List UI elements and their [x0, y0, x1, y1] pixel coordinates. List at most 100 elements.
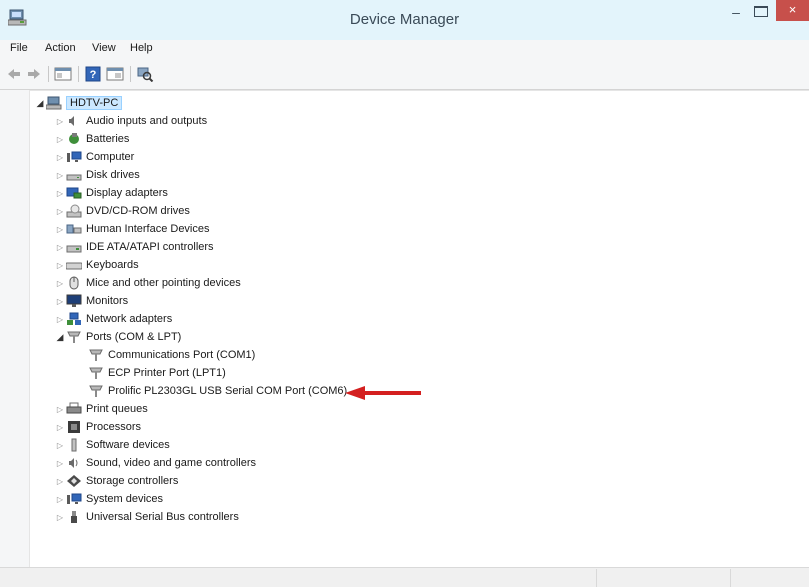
sound-controller-icon	[69, 458, 78, 468]
tree-device-com1[interactable]: Communications Port (COM1)	[88, 347, 255, 363]
tree-category-software-devices[interactable]: ▷ Software devices	[54, 437, 170, 453]
tree-item-label: ECP Printer Port (LPT1)	[108, 367, 226, 379]
toolbar-separator	[48, 66, 49, 82]
tree-item-label: Sound, video and game controllers	[86, 457, 256, 469]
show-hide-console-tree-icon[interactable]	[54, 66, 72, 82]
system-devices-icon	[67, 493, 82, 504]
device-manager-window: Device Manager – × File Action View Help…	[0, 0, 809, 587]
monitor-icon	[66, 294, 82, 307]
expand-arrow-icon[interactable]: ▷	[54, 189, 66, 198]
menu-file[interactable]: File	[10, 42, 28, 54]
toolbar-separator	[78, 66, 79, 82]
tree-root-node[interactable]: ◢ HDTV-PC	[34, 95, 123, 111]
tree-item-label: IDE ATA/ATAPI controllers	[86, 241, 214, 253]
keyboard-icon	[66, 262, 82, 270]
tree-item-label: Display adapters	[86, 187, 168, 199]
expand-arrow-icon[interactable]: ▷	[54, 441, 66, 450]
tree-item-label: Universal Serial Bus controllers	[86, 511, 239, 523]
status-bar-divider	[596, 569, 597, 587]
tree-category-mice[interactable]: ▷ Mice and other pointing devices	[54, 275, 241, 291]
expand-arrow-icon[interactable]: ▷	[54, 495, 66, 504]
menu-help[interactable]: Help	[130, 42, 153, 54]
tree-item-label: Batteries	[86, 133, 130, 145]
port-icon	[89, 385, 103, 397]
tree-item-label: Prolific PL2303GL USB Serial COM Port (C…	[108, 385, 348, 397]
expand-arrow-icon[interactable]: ▷	[54, 423, 66, 432]
collapse-arrow-icon[interactable]: ◢	[54, 332, 66, 343]
storage-controller-icon	[67, 475, 81, 487]
status-bar-divider	[730, 569, 731, 587]
tree-category-ports[interactable]: ◢ Ports (COM & LPT)	[54, 329, 181, 345]
expand-arrow-icon[interactable]: ▷	[54, 243, 66, 252]
port-icon	[89, 349, 103, 361]
tree-item-label: Communications Port (COM1)	[108, 349, 256, 361]
expand-arrow-icon[interactable]: ▷	[54, 207, 66, 216]
svg-text:?: ?	[90, 69, 97, 81]
battery-icon	[69, 133, 79, 144]
software-device-icon	[71, 438, 77, 452]
expand-arrow-icon[interactable]: ▷	[54, 135, 66, 144]
tree-category-system-devices[interactable]: ▷ System devices	[54, 491, 163, 507]
tree-category-disk-drives[interactable]: ▷ Disk drives	[54, 167, 140, 183]
tree-category-computer[interactable]: ▷ Computer	[54, 149, 134, 165]
tree-item-label: Processors	[86, 421, 142, 433]
expand-arrow-icon[interactable]: ▷	[54, 297, 66, 306]
speaker-icon	[69, 116, 74, 126]
tree-category-display-adapters[interactable]: ▷ Display adapters	[54, 185, 168, 201]
disk-drive-icon	[66, 174, 82, 181]
expand-arrow-icon[interactable]: ▷	[54, 405, 66, 414]
menu-bar: File Action View Help	[0, 40, 809, 60]
tree-category-storage-controllers[interactable]: ▷ Storage controllers	[54, 473, 178, 489]
dvd-drive-icon	[66, 204, 82, 218]
tree-category-dvd-drives[interactable]: ▷ DVD/CD-ROM drives	[54, 203, 190, 219]
expand-arrow-icon[interactable]: ▷	[54, 171, 66, 180]
tree-device-lpt1[interactable]: ECP Printer Port (LPT1)	[88, 365, 226, 381]
scan-hardware-icon[interactable]	[136, 66, 154, 82]
title-bar: Device Manager – ×	[0, 0, 809, 41]
tree-category-processors[interactable]: ▷ Processors	[54, 419, 141, 435]
menu-view[interactable]: View	[92, 42, 116, 54]
toolbar: ?	[0, 60, 809, 90]
tree-category-network-adapters[interactable]: ▷ Network adapters	[54, 311, 172, 327]
close-button[interactable]: ×	[776, 0, 809, 21]
computer-icon	[67, 151, 82, 162]
expand-arrow-icon[interactable]: ▷	[54, 117, 66, 126]
expand-arrow-icon[interactable]: ▷	[54, 477, 66, 486]
expand-arrow-icon[interactable]: ▷	[54, 261, 66, 270]
back-arrow-icon[interactable]	[6, 66, 22, 82]
hid-icon	[66, 224, 82, 234]
tree-category-usb-controllers[interactable]: ▷ Universal Serial Bus controllers	[54, 509, 239, 525]
tree-item-label: Keyboards	[86, 259, 139, 271]
expand-arrow-icon[interactable]: ▷	[54, 153, 66, 162]
help-icon[interactable]: ?	[85, 66, 101, 82]
expand-arrow-icon[interactable]: ▷	[54, 513, 66, 522]
menu-action[interactable]: Action	[45, 42, 76, 54]
tree-category-keyboards[interactable]: ▷ Keyboards	[54, 257, 139, 273]
tree-category-hid[interactable]: ▷ Human Interface Devices	[54, 221, 210, 237]
tree-category-sound-controllers[interactable]: ▷ Sound, video and game controllers	[54, 455, 256, 471]
processor-icon	[68, 421, 80, 433]
port-icon	[67, 331, 81, 343]
tree-category-print-queues[interactable]: ▷ Print queues	[54, 401, 148, 417]
tree-category-batteries[interactable]: ▷ Batteries	[54, 131, 129, 147]
tree-category-audio[interactable]: ▷ Audio inputs and outputs	[54, 113, 207, 129]
tree-category-monitors[interactable]: ▷ Monitors	[54, 293, 128, 309]
collapse-arrow-icon[interactable]: ◢	[34, 98, 46, 109]
properties-icon[interactable]	[106, 66, 124, 82]
tree-item-label: System devices	[86, 493, 164, 505]
tree-category-ide-controllers[interactable]: ▷ IDE ATA/ATAPI controllers	[54, 239, 214, 255]
tree-item-label: DVD/CD-ROM drives	[86, 205, 190, 217]
minimize-button[interactable]: –	[725, 5, 747, 23]
expand-arrow-icon[interactable]: ▷	[54, 225, 66, 234]
tree-item-label: Software devices	[86, 439, 170, 451]
printer-icon	[66, 402, 82, 414]
tree-item-label: Print queues	[86, 403, 148, 415]
maximize-button[interactable]	[754, 6, 768, 17]
expand-arrow-icon[interactable]: ▷	[54, 459, 66, 468]
tree-item-label: Network adapters	[86, 313, 173, 325]
expand-arrow-icon[interactable]: ▷	[54, 315, 66, 324]
expand-arrow-icon[interactable]: ▷	[54, 279, 66, 288]
forward-arrow-icon[interactable]	[26, 66, 42, 82]
tree-item-label: Human Interface Devices	[86, 223, 210, 235]
tree-device-com6[interactable]: Prolific PL2303GL USB Serial COM Port (C…	[88, 383, 347, 399]
